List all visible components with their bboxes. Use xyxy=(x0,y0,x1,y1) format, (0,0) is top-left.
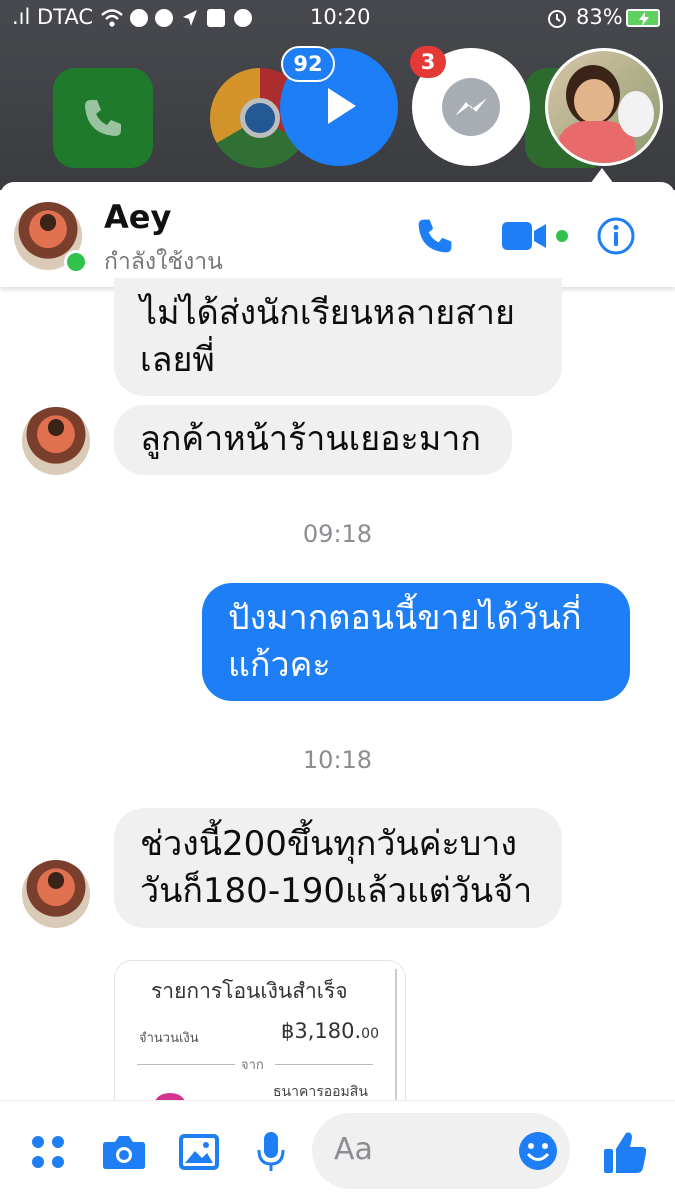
message-bubble-incoming[interactable]: ช่วงนี้200ขึ้นทุกวันค่ะบาง วันก็180-190แ… xyxy=(114,808,562,928)
message-bubble-outgoing[interactable]: ปังมากตอนนี้ขายได้วันกี่ แก้วคะ xyxy=(202,583,630,701)
messenger-unread-badge: 3 xyxy=(410,46,446,78)
more-apps-icon[interactable] xyxy=(30,1134,66,1170)
message-text: แก้วคะ xyxy=(228,645,331,685)
chat-header: Aey กำลังใช้งาน xyxy=(0,182,675,287)
carrier-label: .ıl DTAC xyxy=(12,5,94,29)
phone-app-icon[interactable] xyxy=(53,68,153,168)
message-bubble-incoming[interactable]: ลูกค้าหน้าร้านเยอะมาก xyxy=(114,405,512,475)
alarm-icon xyxy=(548,10,566,28)
voice-call-icon[interactable] xyxy=(415,216,455,256)
transfer-receipt-image[interactable]: รายการโอนเงินสำเร็จ จำนวนเงิน ฿3,180.00 … xyxy=(114,960,406,1102)
receipt-from-label: จาก xyxy=(241,1058,264,1073)
message-text: เลยพี่ xyxy=(140,340,215,380)
sender-avatar[interactable] xyxy=(22,860,90,928)
message-text: ช่วงนี้200ขึ้นทุกวันค่ะบาง xyxy=(140,824,518,864)
contact-chat-head[interactable] xyxy=(545,48,663,166)
wifi-icon xyxy=(101,9,123,27)
phone-handset-icon xyxy=(85,100,121,136)
message-input[interactable]: Aa xyxy=(312,1113,570,1189)
microphone-icon[interactable] xyxy=(256,1131,286,1173)
line-notification-icon xyxy=(155,9,173,27)
thumbs-up-icon[interactable] xyxy=(602,1129,648,1175)
battery-icon xyxy=(626,9,660,27)
video-unread-badge: 92 xyxy=(281,46,335,82)
online-indicator xyxy=(64,250,88,274)
message-bubble-incoming[interactable]: ไม่ได้ส่งนักเรียนหลายสาย เลยพี่ xyxy=(114,278,562,396)
sender-avatar[interactable] xyxy=(22,407,90,475)
video-call-icon[interactable] xyxy=(502,220,572,252)
clock: 10:20 xyxy=(310,5,371,29)
timestamp: 09:18 xyxy=(302,520,373,548)
chat-notification-icon xyxy=(234,9,252,27)
messenger-notification-icon xyxy=(130,9,148,27)
receipt-amount-label: จำนวนเงิน xyxy=(139,1031,199,1046)
location-arrow-icon xyxy=(183,10,197,26)
message-text: ปังมากตอนนี้ขายได้วันกี่ xyxy=(228,598,582,638)
charging-bolt-icon xyxy=(639,12,649,26)
timestamp: 10:18 xyxy=(302,746,373,774)
messenger-logo-icon xyxy=(442,78,500,136)
facebook-notification-icon xyxy=(207,9,225,27)
contact-status: กำลังใช้งาน xyxy=(104,249,223,275)
info-icon[interactable] xyxy=(596,216,636,256)
message-text: ไม่ได้ส่งนักเรียนหลายสาย xyxy=(140,293,515,333)
receipt-bank: ธนาคารออมสิน xyxy=(273,1084,368,1100)
gallery-icon[interactable] xyxy=(178,1133,220,1171)
receipt-amount: ฿3,180.00 xyxy=(281,1019,379,1043)
message-input-placeholder: Aa xyxy=(334,1132,373,1167)
battery-percent: 83% xyxy=(576,5,623,29)
receipt-title: รายการโอนเงินสำเร็จ xyxy=(151,979,348,1003)
message-text: ลูกค้าหน้าร้านเยอะมาก xyxy=(140,419,481,459)
status-bar: .ıl DTAC 10:20 83% xyxy=(0,0,675,36)
camera-icon[interactable] xyxy=(102,1134,146,1170)
play-icon xyxy=(328,88,356,124)
message-composer: Aa xyxy=(0,1100,675,1201)
contact-name[interactable]: Aey xyxy=(104,198,171,236)
emoji-icon[interactable] xyxy=(518,1131,558,1171)
message-text: วันก็180-190แล้วแต่วันจ้า xyxy=(140,871,533,911)
